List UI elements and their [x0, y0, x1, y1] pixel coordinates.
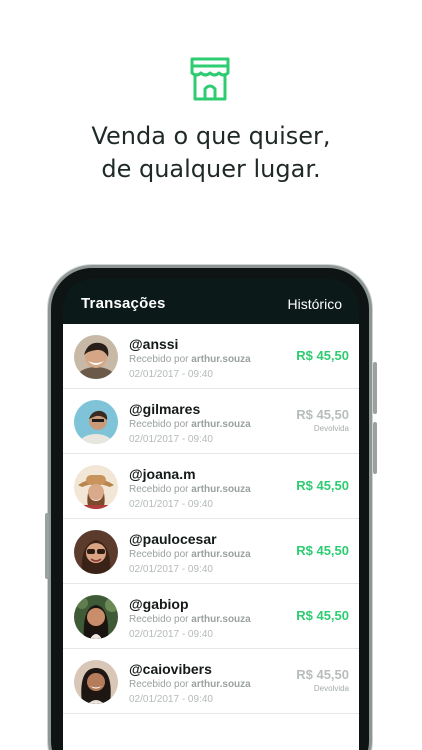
- transaction-amount: R$ 45,50: [296, 667, 349, 682]
- headline-line-1: Venda o que quiser,: [91, 122, 331, 150]
- transaction-row[interactable]: @anssi Recebido por arthur.souza 02/01/2…: [63, 324, 359, 389]
- phone-volume-button: [373, 422, 377, 474]
- transaction-row[interactable]: @caiovibers Recebido por arthur.souza 02…: [63, 649, 359, 714]
- transaction-handle: @gilmares: [129, 401, 201, 417]
- transaction-list: @anssi Recebido por arthur.souza 02/01/2…: [63, 324, 359, 750]
- avatar: [74, 400, 118, 444]
- nav-bar: Transações Histórico: [63, 279, 359, 324]
- transaction-row[interactable]: @gilmares Recebido por arthur.souza 02/0…: [63, 389, 359, 454]
- avatar: [74, 660, 118, 704]
- transaction-date: 02/01/2017 - 09:40: [129, 434, 213, 445]
- store-icon: [190, 57, 230, 101]
- transaction-handle: @paulocesar: [129, 531, 217, 547]
- transaction-handle: @gabiop: [129, 596, 189, 612]
- avatar: [74, 530, 118, 574]
- page-title: Transações: [81, 295, 166, 312]
- phone-side-button: [45, 513, 49, 579]
- transaction-received: Recebido por arthur.souza: [129, 419, 251, 430]
- transaction-row[interactable]: @paulocesar Recebido por arthur.souza 02…: [63, 519, 359, 584]
- transaction-date: 02/01/2017 - 09:40: [129, 499, 213, 510]
- avatar: [74, 335, 118, 379]
- transaction-row[interactable]: @gabiop Recebido por arthur.souza 02/01/…: [63, 584, 359, 649]
- transaction-date: 02/01/2017 - 09:40: [129, 564, 213, 575]
- transaction-status: Devolvida: [313, 424, 349, 433]
- headline-line-2: de qualquer lugar.: [101, 155, 321, 183]
- transaction-date: 02/01/2017 - 09:40: [129, 629, 213, 640]
- transaction-received: Recebido por arthur.souza: [129, 484, 251, 495]
- transaction-received: Recebido por arthur.souza: [129, 679, 251, 690]
- transaction-amount: R$ 45,50: [296, 348, 349, 363]
- transaction-handle: @anssi: [129, 336, 179, 352]
- transaction-handle: @joana.m: [129, 466, 196, 482]
- transaction-amount: R$ 45,50: [296, 543, 349, 558]
- phone-volume-button: [373, 362, 377, 414]
- transaction-row[interactable]: @joana.m Recebido por arthur.souza 02/01…: [63, 454, 359, 519]
- avatar: [74, 465, 118, 509]
- transaction-received: Recebido por arthur.souza: [129, 354, 251, 365]
- phone-screen: Transações Histórico @anssi Recebido por…: [63, 279, 359, 750]
- transaction-date: 02/01/2017 - 09:40: [129, 694, 213, 705]
- avatar: [74, 595, 118, 639]
- transaction-amount: R$ 45,50: [296, 478, 349, 493]
- transaction-date: 02/01/2017 - 09:40: [129, 369, 213, 380]
- transaction-status: Devolvida: [313, 684, 349, 693]
- transaction-amount: R$ 45,50: [296, 407, 349, 422]
- transaction-handle: @caiovibers: [129, 661, 212, 677]
- history-button[interactable]: Histórico: [288, 296, 342, 312]
- transaction-amount: R$ 45,50: [296, 608, 349, 623]
- headline: Venda o que quiser, de qualquer lugar.: [0, 120, 422, 186]
- transaction-received: Recebido por arthur.souza: [129, 614, 251, 625]
- transaction-received: Recebido por arthur.souza: [129, 549, 251, 560]
